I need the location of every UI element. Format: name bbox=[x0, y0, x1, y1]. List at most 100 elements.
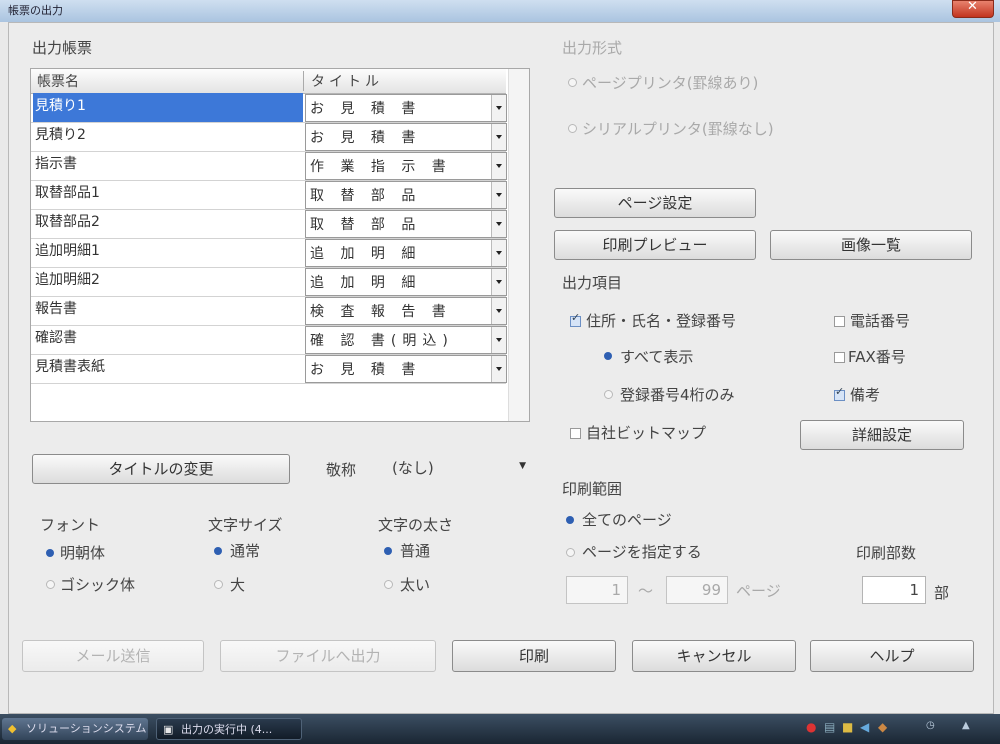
dropdown-button[interactable] bbox=[491, 211, 506, 237]
copies-unit: 部 bbox=[934, 584, 950, 602]
bitmap-checkbox[interactable] bbox=[570, 428, 581, 439]
form-name-cell[interactable]: 指示書 bbox=[33, 151, 303, 180]
forms-grid: 帳票名 タイトル 見積り1 お 見 積 書見積り2 お 見 積 書指示書作 業 指 … bbox=[30, 68, 530, 422]
show-all-radio[interactable] bbox=[604, 352, 612, 360]
honorific-select[interactable]: (なし) ▼ bbox=[386, 454, 528, 480]
weight-normal-radio[interactable] bbox=[384, 547, 392, 555]
tray-chevron-icon: ▲ bbox=[962, 720, 970, 731]
table-row[interactable]: 見積り1 お 見 積 書 bbox=[31, 93, 507, 123]
form-title-select[interactable]: 作 業 指 示 書 bbox=[305, 152, 507, 180]
dropdown-button[interactable] bbox=[491, 153, 506, 179]
output-forms-label: 出力帳票 bbox=[32, 39, 93, 57]
dropdown-button[interactable] bbox=[491, 327, 506, 353]
cancel-button[interactable]: キャンセル bbox=[632, 640, 796, 672]
table-row[interactable]: 報告書検 査 報 告 書 bbox=[31, 296, 507, 326]
grid-scrollbar[interactable] bbox=[508, 69, 529, 421]
form-name-cell[interactable]: 見積書表紙 bbox=[33, 354, 303, 383]
table-row[interactable]: 確認書確 認 書(明込) bbox=[31, 325, 507, 355]
mail-send-button[interactable]: メール送信 bbox=[22, 640, 204, 672]
table-row[interactable]: 指示書作 業 指 示 書 bbox=[31, 151, 507, 181]
address-checkbox[interactable] bbox=[570, 311, 581, 327]
form-title-select[interactable]: 追 加 明 細 bbox=[305, 239, 507, 267]
form-title-value: 取 替 部 品 bbox=[310, 217, 422, 233]
table-row[interactable]: 見積り2 お 見 積 書 bbox=[31, 122, 507, 152]
form-name-cell[interactable]: 報告書 bbox=[33, 296, 303, 325]
table-row[interactable]: 追加明細1 追 加 明 細 bbox=[31, 238, 507, 268]
reg-4digits-label: 登録番号4桁のみ bbox=[620, 386, 735, 404]
phone-checkbox[interactable] bbox=[834, 316, 845, 327]
size-normal-radio[interactable] bbox=[214, 547, 222, 555]
all-pages-radio[interactable] bbox=[566, 516, 574, 524]
page-to-input[interactable]: 99 bbox=[666, 576, 728, 604]
volume-icon: ◀ bbox=[860, 720, 870, 734]
form-title-select[interactable]: 取 替 部 品 bbox=[305, 210, 507, 238]
help-button[interactable]: ヘルプ bbox=[810, 640, 974, 672]
table-row[interactable]: 追加明細2 追 加 明 細 bbox=[31, 267, 507, 297]
form-title-value: 取 替 部 品 bbox=[310, 188, 422, 204]
output-format-label: 出力形式 bbox=[562, 39, 623, 57]
form-title-select[interactable]: 追 加 明 細 bbox=[305, 268, 507, 296]
dropdown-button[interactable] bbox=[491, 182, 506, 208]
dropdown-button[interactable] bbox=[491, 298, 506, 324]
font-gothic-radio[interactable] bbox=[46, 580, 55, 589]
system-tray[interactable]: ● ▤ ■ ◀ ◆ ◷ ▲ bbox=[806, 720, 994, 738]
change-title-button[interactable]: タイトルの変更 bbox=[32, 454, 290, 484]
file-output-button[interactable]: ファイルへ出力 bbox=[220, 640, 436, 672]
form-name-cell[interactable]: 追加明細2 bbox=[33, 267, 303, 296]
note-checkbox[interactable] bbox=[834, 385, 845, 401]
size-large-radio[interactable] bbox=[214, 580, 223, 589]
serial-printer-radio[interactable] bbox=[568, 124, 577, 133]
dropdown-button[interactable] bbox=[491, 269, 506, 295]
chevron-down-icon: ▼ bbox=[519, 461, 526, 471]
chevron-down-icon bbox=[496, 164, 502, 168]
form-title-select[interactable]: お 見 積 書 bbox=[305, 123, 507, 151]
font-mincho-radio[interactable] bbox=[46, 549, 54, 557]
form-name-cell[interactable]: 追加明細1 bbox=[33, 238, 303, 267]
form-name-cell[interactable]: 取替部品1 bbox=[33, 180, 303, 209]
table-row[interactable]: 取替部品2 取 替 部 品 bbox=[31, 209, 507, 239]
detail-settings-button[interactable]: 詳細設定 bbox=[800, 420, 964, 450]
close-button[interactable]: ✕ bbox=[952, 0, 994, 18]
title-bar: 帳票の出力 ✕ bbox=[0, 0, 1000, 22]
weight-bold-radio[interactable] bbox=[384, 580, 393, 589]
form-name-cell[interactable]: 見積り1 bbox=[33, 93, 303, 122]
print-preview-button[interactable]: 印刷プレビュー bbox=[554, 230, 756, 260]
dropdown-button[interactable] bbox=[491, 240, 506, 266]
fax-checkbox[interactable] bbox=[834, 352, 845, 363]
form-name-cell[interactable]: 確認書 bbox=[33, 325, 303, 354]
form-title-value: 作 業 指 示 書 bbox=[310, 159, 452, 175]
table-row[interactable]: 見積書表紙お 見 積 書 bbox=[31, 354, 507, 384]
form-title-select[interactable]: 検 査 報 告 書 bbox=[305, 297, 507, 325]
form-title-select[interactable]: お 見 積 書 bbox=[305, 355, 507, 383]
form-name-cell[interactable]: 取替部品2 bbox=[33, 209, 303, 238]
char-weight-label: 文字の太さ bbox=[378, 516, 454, 534]
page-from-input[interactable]: 1 bbox=[566, 576, 628, 604]
range-tilde: ～ bbox=[638, 582, 654, 600]
form-title-select[interactable]: お 見 積 書 bbox=[305, 94, 507, 122]
chevron-down-icon bbox=[496, 367, 502, 371]
taskbar-start[interactable]: ◆ ソリューションシステム bbox=[2, 718, 148, 740]
specify-pages-radio[interactable] bbox=[566, 548, 575, 557]
form-title-value: お 見 積 書 bbox=[310, 130, 422, 146]
chevron-down-icon bbox=[496, 338, 502, 342]
form-title-select[interactable]: 取 替 部 品 bbox=[305, 181, 507, 209]
form-title-value: 確 認 書(明込) bbox=[310, 333, 454, 349]
print-button[interactable]: 印刷 bbox=[452, 640, 616, 672]
size-large-label: 大 bbox=[230, 576, 246, 594]
copies-input[interactable]: 1 bbox=[862, 576, 926, 604]
dropdown-button[interactable] bbox=[491, 95, 506, 121]
honorific-value: (なし) bbox=[392, 459, 434, 477]
dropdown-button[interactable] bbox=[491, 356, 506, 382]
taskbar-active-task[interactable]: ▣ 出力の実行中 (4... bbox=[156, 718, 302, 740]
size-normal-label: 通常 bbox=[230, 542, 261, 560]
image-list-button[interactable]: 画像一覧 bbox=[770, 230, 972, 260]
page-setup-button[interactable]: ページ設定 bbox=[554, 188, 756, 218]
form-title-select[interactable]: 確 認 書(明込) bbox=[305, 326, 507, 354]
reg-4digits-radio[interactable] bbox=[604, 390, 613, 399]
bitmap-label: 自社ビットマップ bbox=[586, 424, 707, 442]
dropdown-button[interactable] bbox=[491, 124, 506, 150]
font-gothic-label: ゴシック体 bbox=[60, 576, 136, 594]
page-printer-radio[interactable] bbox=[568, 78, 577, 87]
table-row[interactable]: 取替部品1 取 替 部 品 bbox=[31, 180, 507, 210]
form-name-cell[interactable]: 見積り2 bbox=[33, 122, 303, 151]
